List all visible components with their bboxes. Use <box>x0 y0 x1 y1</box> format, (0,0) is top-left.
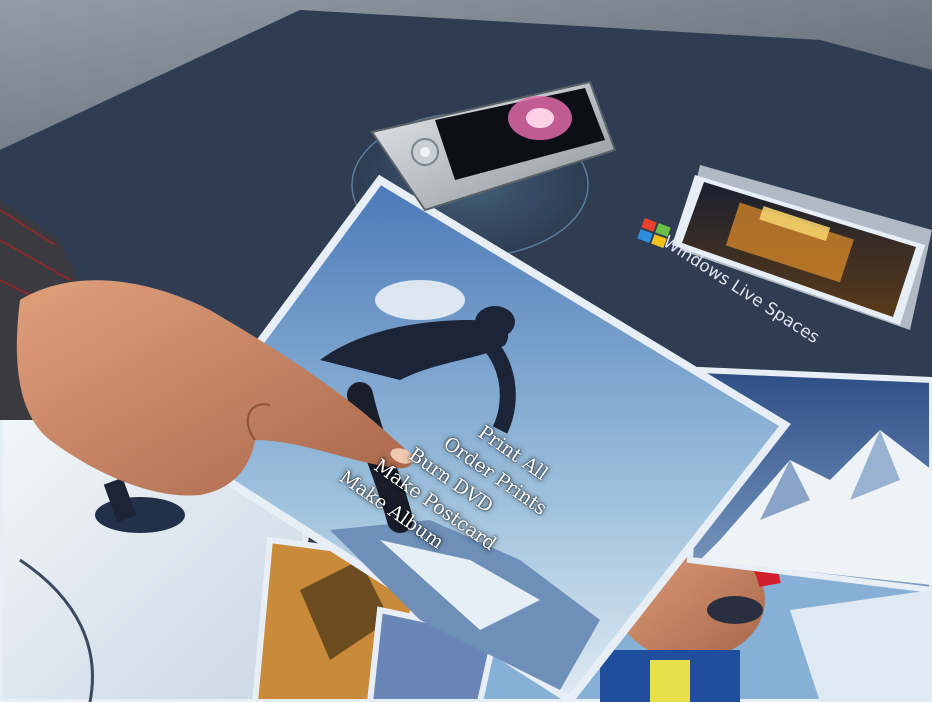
surface-table: Windows Live Spaces Print All Order Prin… <box>0 0 932 702</box>
table-surface <box>0 0 932 702</box>
